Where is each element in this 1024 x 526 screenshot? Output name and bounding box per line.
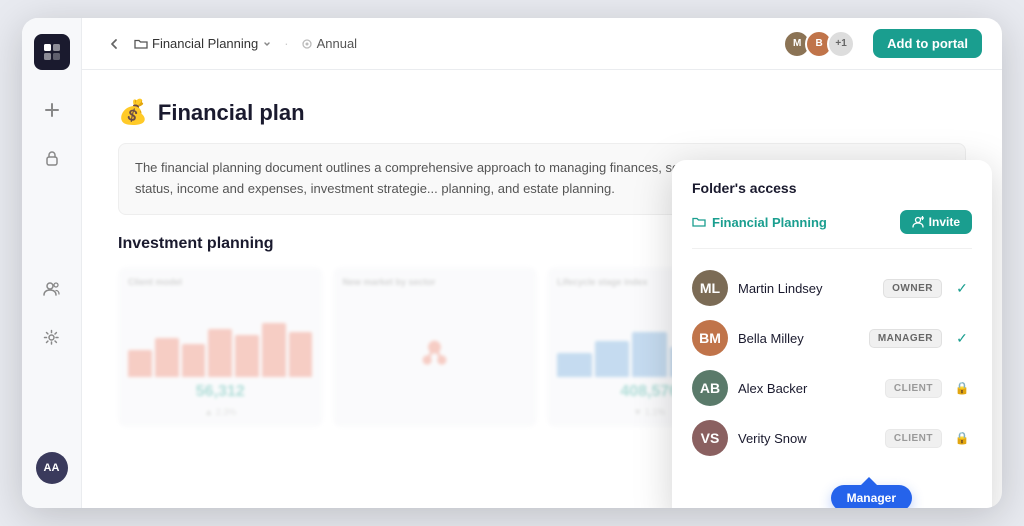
breadcrumb-folder-label: Financial Planning [152,36,258,51]
breadcrumb-child-label: Annual [317,36,357,51]
folder-row: Financial Planning Invite [692,210,972,249]
title-emoji: 💰 [118,98,148,127]
tooltip-container: Manager [692,471,972,501]
folder-access-panel: Folder's access Financial Planning [672,160,992,508]
user-lock-verity: 🔒 [952,428,972,448]
topbar: Financial Planning · Annual M B +1 Add t… [82,18,1002,70]
user-role-verity: CLIENT [885,429,942,448]
user-name-martin: Martin Lindsey [738,281,873,296]
collaborator-avatars: M B +1 [783,30,855,58]
user-action-martin[interactable]: ✓ [952,278,972,298]
users-icon[interactable] [36,273,68,305]
back-button[interactable] [102,32,126,56]
user-avatar-verity: VS [692,420,728,456]
user-avatar[interactable]: AA [36,452,68,484]
user-role-martin: OWNER [883,279,942,298]
breadcrumb-folder[interactable]: Financial Planning [134,36,272,51]
sidebar: AA [22,18,82,508]
user-row-verity: VS Verity Snow CLIENT 🔒 [692,413,972,463]
folder-name: Financial Planning [692,215,827,230]
user-avatar-alex: AB [692,370,728,406]
user-action-bella[interactable]: ✓ [952,328,972,348]
document-area: 💰 Financial plan The financial planning … [82,70,1002,508]
user-lock-alex: 🔒 [952,378,972,398]
add-to-portal-button[interactable]: Add to portal [873,29,982,58]
document-title: 💰 Financial plan [118,98,966,127]
user-avatar-martin: ML [692,270,728,306]
invite-button[interactable]: Invite [900,210,972,234]
settings-icon[interactable] [36,321,68,353]
user-role-alex: CLIENT [885,379,942,398]
tooltip-bubble: Manager [831,485,912,508]
hubspot-logo [343,293,528,417]
collaborator-avatar-extra: +1 [827,30,855,58]
chart-col-2: New market by sector [333,267,538,427]
breadcrumb-separator: · [284,36,288,51]
user-name-alex: Alex Backer [738,381,875,396]
bar-chart-1 [128,317,313,377]
sidebar-logo[interactable] [34,34,70,70]
tooltip-arrow [861,477,877,485]
chart-col-1: Client model 56,312 ▲ 2.3% [118,267,323,427]
user-name-bella: Bella Milley [738,331,859,346]
lock-nav-icon[interactable] [36,142,68,174]
panel-title: Folder's access [692,180,972,196]
user-row-martin: ML Martin Lindsey OWNER ✓ [692,263,972,313]
user-avatar-bella: BM [692,320,728,356]
add-icon[interactable] [36,94,68,126]
user-name-verity: Verity Snow [738,431,875,446]
user-role-bella: MANAGER [869,329,942,348]
breadcrumb-child[interactable]: Annual [301,36,357,51]
user-row-bella: BM Bella Milley MANAGER ✓ [692,313,972,363]
user-row-alex: AB Alex Backer CLIENT 🔒 [692,363,972,413]
main-content: Financial Planning · Annual M B +1 Add t… [82,18,1002,508]
app-container: AA Financial Planning · [22,18,1002,508]
